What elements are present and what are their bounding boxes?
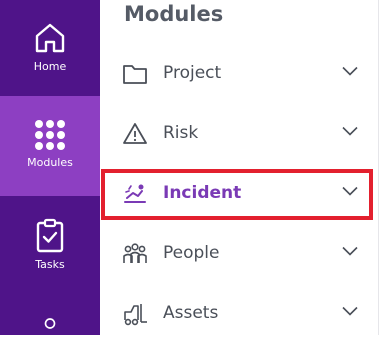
nav-tasks[interactable]: Tasks bbox=[0, 196, 100, 296]
nav-home-label: Home bbox=[33, 60, 67, 73]
panel-title: Modules bbox=[124, 2, 224, 26]
chevron-down-icon[interactable] bbox=[342, 126, 358, 136]
nav-profile[interactable] bbox=[0, 296, 100, 335]
module-item-people[interactable]: People bbox=[100, 224, 382, 282]
module-item-incident[interactable]: Incident bbox=[100, 164, 382, 222]
module-label-assets: Assets bbox=[163, 303, 219, 323]
chevron-down-icon[interactable] bbox=[342, 246, 358, 256]
warning-icon bbox=[123, 123, 147, 144]
module-label-people: People bbox=[163, 243, 220, 263]
module-item-project[interactable]: Project bbox=[100, 44, 382, 102]
grid-icon bbox=[35, 120, 65, 150]
module-item-assets[interactable]: Assets bbox=[100, 284, 382, 342]
nav-modules-label: Modules bbox=[27, 156, 73, 169]
modules-panel: Modules Project Risk Incident People Ass… bbox=[100, 0, 382, 335]
incident-icon bbox=[124, 184, 146, 203]
people-icon bbox=[123, 243, 147, 263]
chevron-down-icon[interactable] bbox=[342, 66, 358, 76]
user-icon bbox=[44, 318, 56, 329]
nav-tasks-label: Tasks bbox=[35, 258, 65, 271]
chevron-down-icon[interactable] bbox=[342, 186, 358, 196]
home-icon bbox=[35, 23, 65, 53]
module-label-incident: Incident bbox=[163, 183, 242, 203]
forklift-icon bbox=[124, 304, 147, 326]
module-label-risk: Risk bbox=[163, 123, 199, 143]
clipboard-check-icon bbox=[36, 218, 64, 253]
panel-divider bbox=[378, 0, 379, 335]
nav-modules[interactable]: Modules bbox=[0, 96, 100, 196]
left-nav-rail: Home Modules Tasks bbox=[0, 0, 100, 335]
folder-icon bbox=[123, 65, 147, 84]
module-label-project: Project bbox=[163, 63, 222, 83]
nav-home[interactable]: Home bbox=[0, 0, 100, 96]
chevron-down-icon[interactable] bbox=[342, 306, 358, 316]
module-item-risk[interactable]: Risk bbox=[100, 104, 382, 162]
